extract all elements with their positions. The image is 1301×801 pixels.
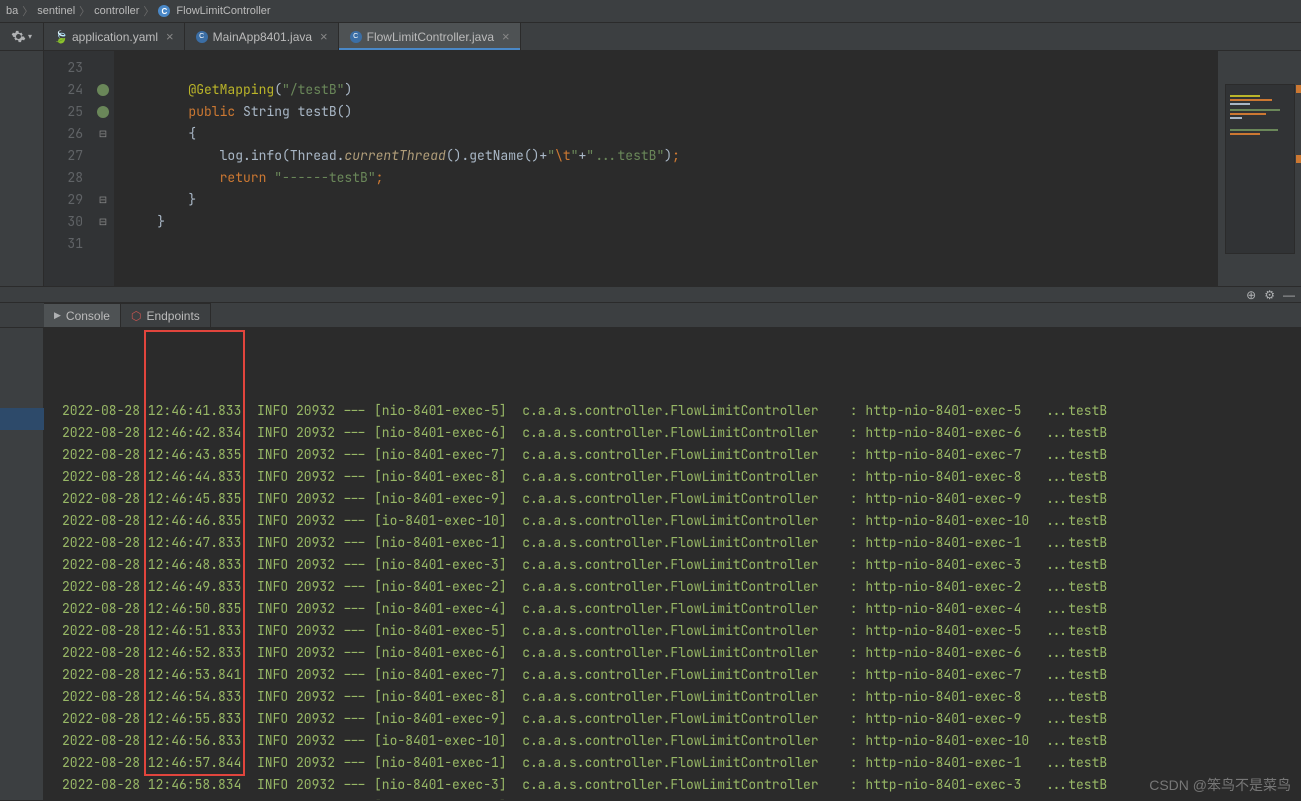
tab-endpoints[interactable]: ⬡ Endpoints	[121, 303, 211, 327]
editor-settings-button[interactable]: ▾	[0, 23, 44, 50]
editor-bottom-toolbar: ⊕ ⚙ —	[0, 287, 1301, 303]
console-output[interactable]: 2022-08-28 12:46:41.833 INFO 20932 --- […	[44, 328, 1301, 800]
log-line: 2022-08-28 12:46:52.833 INFO 20932 --- […	[62, 642, 1301, 664]
tab-label: Console	[66, 309, 110, 323]
actuator-icon: ⬡	[131, 309, 141, 323]
minimap-panel	[1217, 51, 1301, 286]
java-class-icon: C	[195, 30, 209, 44]
close-icon[interactable]: ×	[502, 29, 510, 44]
log-line: 2022-08-28 12:46:44.833 INFO 20932 --- […	[62, 466, 1301, 488]
file-tabs: 🍃 application.yaml × C MainApp8401.java × C Flo…	[44, 23, 521, 50]
editor-left-stripe	[0, 51, 44, 286]
target-icon[interactable]: ⊕	[1246, 288, 1256, 302]
console-left-stripe	[0, 328, 44, 800]
log-line: 2022-08-28 12:46:43.835 INFO 20932 --- […	[62, 444, 1301, 466]
log-line: 2022-08-28 12:46:50.835 INFO 20932 --- […	[62, 598, 1301, 620]
chevron-right-icon: 〉	[143, 3, 154, 19]
log-line: 2022-08-28 12:46:56.833 INFO 20932 --- […	[62, 730, 1301, 752]
minimize-icon[interactable]: —	[1283, 288, 1295, 302]
log-line: 2022-08-28 12:46:55.833 INFO 20932 --- […	[62, 708, 1301, 730]
log-line: 2022-08-28 12:46:42.834 INFO 20932 --- […	[62, 422, 1301, 444]
log-line: 2022-08-28 12:46:47.833 INFO 20932 --- […	[62, 532, 1301, 554]
log-line: 2022-08-28 12:46:48.833 INFO 20932 --- […	[62, 554, 1301, 576]
breadcrumb[interactable]: ba 〉 sentinel 〉 controller 〉 C FlowLimit…	[0, 0, 1301, 23]
code-editor[interactable]: 232425262728293031 ⊟⊟⊟ @GetMapping("/tes…	[0, 51, 1301, 287]
editor-tabbar: ▾ 🍃application.yaml×CMainApp8401.java×CF…	[0, 23, 1301, 51]
log-line: 2022-08-28 12:46:49.833 INFO 20932 --- […	[62, 576, 1301, 598]
breadcrumb-item[interactable]: controller	[94, 5, 139, 17]
minimap[interactable]	[1225, 84, 1295, 254]
java-class-icon: C	[349, 30, 363, 44]
close-icon[interactable]: ×	[320, 29, 328, 44]
log-line: 2022-08-28 12:46:45.835 INFO 20932 --- […	[62, 488, 1301, 510]
console-tabbar: ▶ Console ⬡ Endpoints	[0, 303, 1301, 328]
close-icon[interactable]: ×	[166, 29, 174, 44]
log-line: 2022-08-28 12:46:54.833 INFO 20932 --- […	[62, 686, 1301, 708]
log-line: 2022-08-28 12:46:57.844 INFO 20932 --- […	[62, 752, 1301, 774]
breadcrumb-item[interactable]: ba	[6, 5, 18, 17]
tab-label: MainApp8401.java	[213, 30, 312, 44]
file-tab[interactable]: C FlowLimitController.java ×	[339, 23, 521, 50]
tab-console[interactable]: ▶ Console	[44, 303, 121, 327]
chevron-right-icon: 〉	[79, 3, 90, 19]
tab-label: FlowLimitController.java	[367, 30, 494, 44]
breadcrumb-item[interactable]: FlowLimitController	[176, 5, 270, 17]
log-line: 2022-08-28 12:46:58.834 INFO 20932 --- […	[62, 774, 1301, 796]
breadcrumb-item[interactable]: sentinel	[37, 5, 75, 17]
console-panel: 2022-08-28 12:46:41.833 INFO 20932 --- […	[0, 328, 1301, 800]
log-line: 2022-08-28 12:46:41.833 INFO 20932 --- […	[62, 400, 1301, 422]
leaf-icon: 🍃	[54, 30, 68, 44]
log-line: 2022-08-28 12:46:51.833 INFO 20932 --- […	[62, 620, 1301, 642]
class-icon: C	[158, 5, 170, 17]
line-number-gutter: 232425262728293031	[44, 51, 92, 286]
file-tab[interactable]: 🍃 application.yaml ×	[44, 23, 185, 50]
gear-icon	[11, 29, 26, 44]
tab-label: application.yaml	[72, 30, 158, 44]
selection-marker	[0, 408, 44, 430]
gutter-icons: ⊟⊟⊟	[92, 51, 114, 286]
log-line: 2022-08-28 12:46:53.841 INFO 20932 --- […	[62, 664, 1301, 686]
play-icon: ▶	[54, 310, 61, 321]
code-area[interactable]: @GetMapping("/testB") public String test…	[114, 51, 1217, 286]
gear-icon[interactable]: ⚙	[1264, 288, 1275, 302]
log-line: 2022-08-28 12:46:59.839 INFO 20932 --- […	[62, 796, 1301, 800]
tab-label: Endpoints	[146, 309, 199, 323]
log-line: 2022-08-28 12:46:46.835 INFO 20932 --- […	[62, 510, 1301, 532]
file-tab[interactable]: C MainApp8401.java ×	[185, 23, 339, 50]
chevron-right-icon: 〉	[22, 3, 33, 19]
